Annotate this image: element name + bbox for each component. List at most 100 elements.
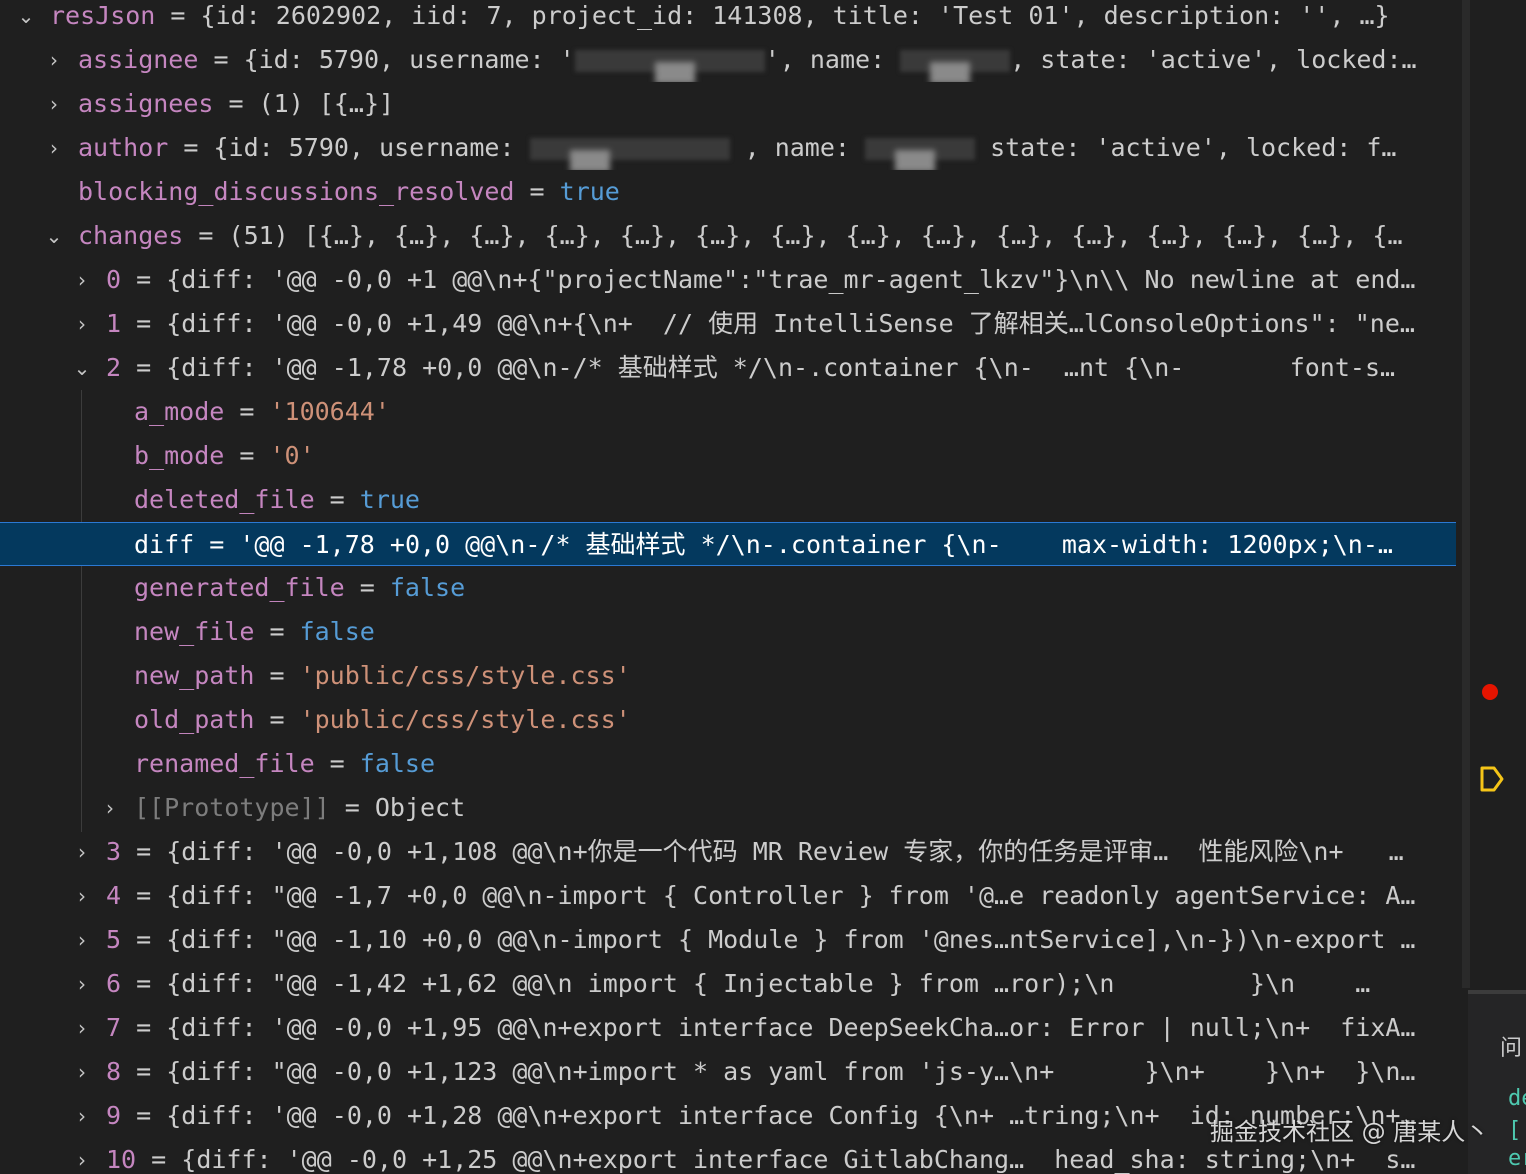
tree-row-content: new_path = 'public/css/style.css' xyxy=(134,654,1456,698)
tree-row[interactable]: diff = '@@ -1,78 +0,0 @@\n-/* 基础样式 */\n-… xyxy=(0,522,1456,566)
tree-row[interactable]: › 7 = {diff: '@@ -0,0 +1,95 @@\n+export i… xyxy=(0,1006,1456,1050)
tree-row[interactable]: b_mode = '0' xyxy=(0,434,1456,478)
chevron-right-icon[interactable]: › xyxy=(70,1006,94,1050)
tree-row[interactable]: › author = {id: 5790, username: , name: s… xyxy=(0,126,1456,170)
tree-row-content: [[Prototype]] = Object xyxy=(134,786,1456,830)
variable-value: false xyxy=(299,617,375,646)
chevron-down-icon[interactable]: ⌄ xyxy=(70,346,94,390)
variable-value: {diff: '@@ -0,0 +1,25 @@\n+export interf… xyxy=(181,1145,1416,1174)
tree-row[interactable]: › 0 = {diff: '@@ -0,0 +1 @@\n+{"projectNa… xyxy=(0,258,1456,302)
variable-value: {id: 2602902, iid: 7, project_id: 141308… xyxy=(200,1,1390,30)
tree-row[interactable]: › 8 = {diff: "@@ -0,0 +1,123 @@\n+import … xyxy=(0,1050,1456,1094)
variable-value: state: 'active', locked: f… xyxy=(975,133,1397,162)
variable-name: blocking_discussions_resolved xyxy=(78,177,515,206)
chevron-right-icon[interactable]: › xyxy=(70,258,94,302)
equals-sign: = xyxy=(314,749,360,778)
variable-value: {diff: '@@ -0,0 +1,49 @@\n+{\n+ // 使用 In… xyxy=(166,309,1415,338)
tree-row-content: assignees = (1) [{…}] xyxy=(78,82,1456,126)
variable-value: {diff: '@@ -0,0 +1,95 @@\n+export interf… xyxy=(166,1013,1416,1042)
chevron-right-icon[interactable]: › xyxy=(42,38,66,82)
chevron-right-icon[interactable]: › xyxy=(70,830,94,874)
variable-name: old_path xyxy=(134,705,255,734)
tree-row[interactable]: deleted_file = true xyxy=(0,478,1456,522)
chevron-right-icon[interactable]: › xyxy=(70,1094,94,1138)
variable-value: {diff: '@@ -0,0 +1 @@\n+{"projectName":"… xyxy=(166,265,1416,294)
tree-row-content: 7 = {diff: '@@ -0,0 +1,95 @@\n+export in… xyxy=(106,1006,1456,1050)
redacted-name xyxy=(865,138,976,170)
tree-row[interactable]: old_path = 'public/css/style.css' xyxy=(0,698,1456,742)
equals-sign: = xyxy=(314,485,360,514)
variable-value: , name: xyxy=(729,133,866,162)
variable-value: {id: 5790, username: xyxy=(213,133,530,162)
variable-value: 'public/css/style.css' xyxy=(299,705,631,734)
variable-value: {diff: "@@ -1,10 +0,0 @@\n-import { Modu… xyxy=(166,925,1416,954)
variable-name: 2 xyxy=(106,353,122,382)
variable-value: {diff: "@@ -1,42 +1,62 @@\n import { Inj… xyxy=(166,969,1371,998)
tree-row[interactable]: › assignee = {id: 5790, username: ' ', nam… xyxy=(0,38,1456,82)
side-panel-line: [ xyxy=(1508,1118,1522,1143)
tree-row[interactable]: › assignees = (1) [{…}] xyxy=(0,82,1456,126)
chevron-right-icon[interactable]: › xyxy=(42,126,66,170)
variable-name: renamed_file xyxy=(134,749,315,778)
chevron-down-icon[interactable]: ⌄ xyxy=(14,0,38,38)
variable-value: true xyxy=(359,485,420,514)
equals-sign: = xyxy=(344,573,390,602)
side-panel-line: de xyxy=(1508,1086,1526,1111)
tree-row[interactable]: ⌄ resJson = {id: 2602902, iid: 7, project… xyxy=(0,0,1456,38)
variable-value: '100644' xyxy=(269,397,390,426)
tree-row[interactable]: › 5 = {diff: "@@ -1,10 +0,0 @@\n-import {… xyxy=(0,918,1456,962)
variable-value: false xyxy=(359,749,436,778)
variable-value: ', name: xyxy=(764,45,901,74)
tree-row[interactable]: › 6 = {diff: "@@ -1,42 +1,62 @@\n import … xyxy=(0,962,1456,1006)
redacted-username xyxy=(574,50,765,82)
variable-name: 5 xyxy=(106,925,122,954)
redacted-username xyxy=(529,138,730,170)
tree-row-content: old_path = 'public/css/style.css' xyxy=(134,698,1456,742)
chevron-right-icon[interactable]: › xyxy=(70,302,94,346)
chevron-right-icon[interactable]: › xyxy=(70,962,94,1006)
chevron-right-icon[interactable]: › xyxy=(70,1050,94,1094)
chevron-right-icon[interactable]: › xyxy=(70,1138,94,1174)
chevron-right-icon[interactable]: › xyxy=(98,786,122,830)
equals-sign: = xyxy=(121,1013,167,1042)
equals-sign: = xyxy=(121,969,167,998)
tree-row[interactable]: › 1 = {diff: '@@ -0,0 +1,49 @@\n+{\n+ // … xyxy=(0,302,1456,346)
variable-value: {diff: '@@ -1,78 +0,0 @@\n-/* 基础样式 */\n-… xyxy=(166,353,1396,382)
tree-row[interactable]: new_path = 'public/css/style.css' xyxy=(0,654,1456,698)
variable-name: assignee xyxy=(78,45,199,74)
equals-sign: = xyxy=(254,661,300,690)
tree-row[interactable]: new_file = false xyxy=(0,610,1456,654)
tree-row-content: diff = '@@ -1,78 +0,0 @@\n-/* 基础样式 */\n-… xyxy=(134,523,1456,565)
equals-sign: = xyxy=(121,1057,167,1086)
chevron-right-icon[interactable]: › xyxy=(70,918,94,962)
tree-row-content: 8 = {diff: "@@ -0,0 +1,123 @@\n+import *… xyxy=(106,1050,1456,1094)
tree-row[interactable]: › 4 = {diff: "@@ -1,7 +0,0 @@\n-import { … xyxy=(0,874,1456,918)
side-panel-title: 问 xyxy=(1500,1035,1523,1060)
variable-value: true xyxy=(559,177,620,206)
variable-name: new_file xyxy=(134,617,255,646)
tree-row[interactable]: a_mode = '100644' xyxy=(0,390,1456,434)
tree-row[interactable]: blocking_discussions_resolved = true xyxy=(0,170,1456,214)
tree-row[interactable]: › [[Prototype]] = Object xyxy=(0,786,1456,830)
variable-name: 3 xyxy=(106,837,122,866)
equals-sign: = xyxy=(121,265,167,294)
vertical-scrollbar[interactable] xyxy=(1462,0,1470,988)
breakpoint-icon[interactable] xyxy=(1482,684,1498,700)
variable-name: [[Prototype]] xyxy=(134,793,330,822)
variable-value: {diff: "@@ -1,7 +0,0 @@\n-import { Contr… xyxy=(166,881,1416,910)
chevron-right-icon[interactable]: › xyxy=(42,82,66,126)
tree-row-content: a_mode = '100644' xyxy=(134,390,1456,434)
chevron-right-icon[interactable]: › xyxy=(70,874,94,918)
tree-row[interactable]: generated_file = false xyxy=(0,566,1456,610)
tree-row[interactable]: ⌄ changes = (51) [{…}, {…}, {…}, {…}, {…}… xyxy=(0,214,1456,258)
variable-value: {diff: '@@ -0,0 +1,108 @@\n+你是一个代码 MR Re… xyxy=(166,837,1404,866)
tree-row-content: changes = (51) [{…}, {…}, {…}, {…}, {…},… xyxy=(78,214,1456,258)
equals-sign: = xyxy=(155,1,201,30)
tree-row[interactable]: ⌄ 2 = {diff: '@@ -1,78 +0,0 @@\n-/* 基础样式 … xyxy=(0,346,1456,390)
equals-sign: = xyxy=(194,530,240,559)
equals-sign: = xyxy=(121,881,167,910)
chevron-down-icon[interactable]: ⌄ xyxy=(42,214,66,258)
tree-row[interactable]: › 3 = {diff: '@@ -0,0 +1,108 @@\n+你是一个代码 … xyxy=(0,830,1456,874)
tree-row-content: 3 = {diff: '@@ -0,0 +1,108 @@\n+你是一个代码 M… xyxy=(106,830,1456,874)
tree-row[interactable]: renamed_file = false xyxy=(0,742,1456,786)
